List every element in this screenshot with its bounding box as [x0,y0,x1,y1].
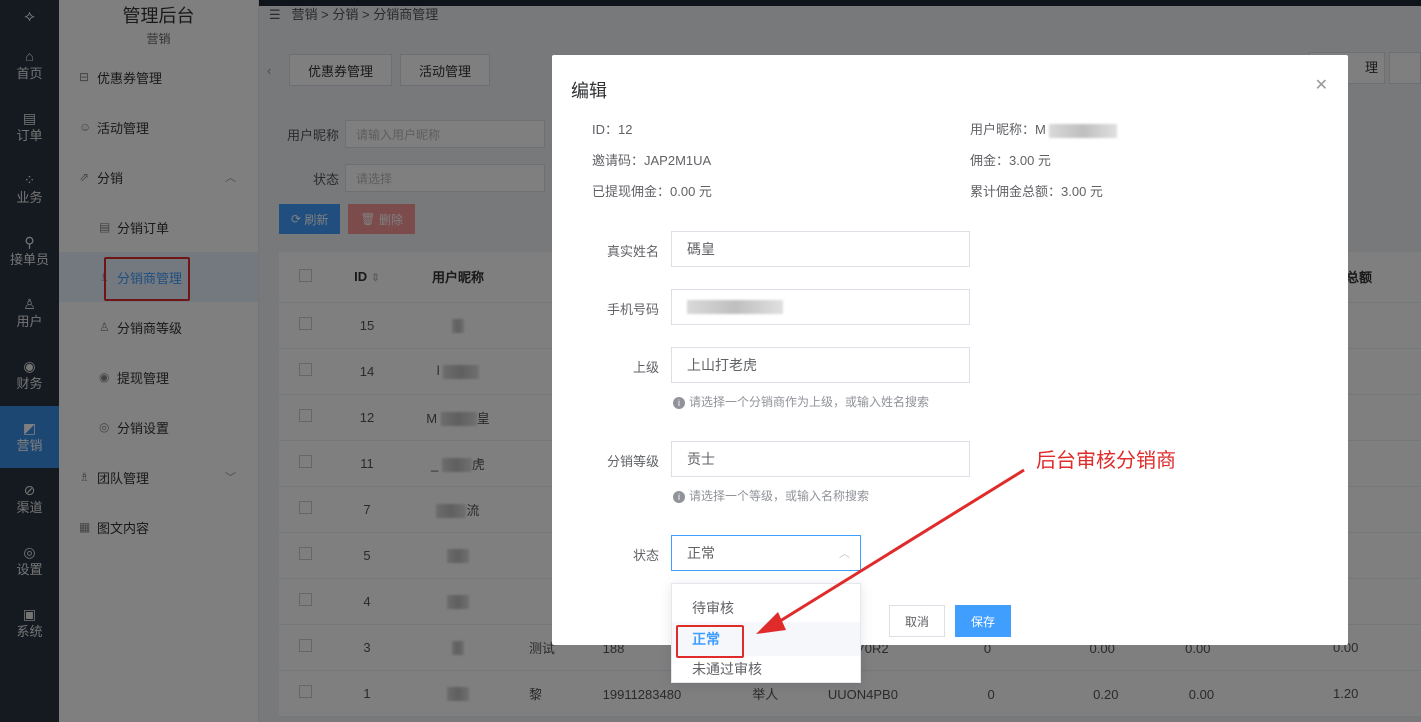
annotation-arrow [756,468,1025,634]
